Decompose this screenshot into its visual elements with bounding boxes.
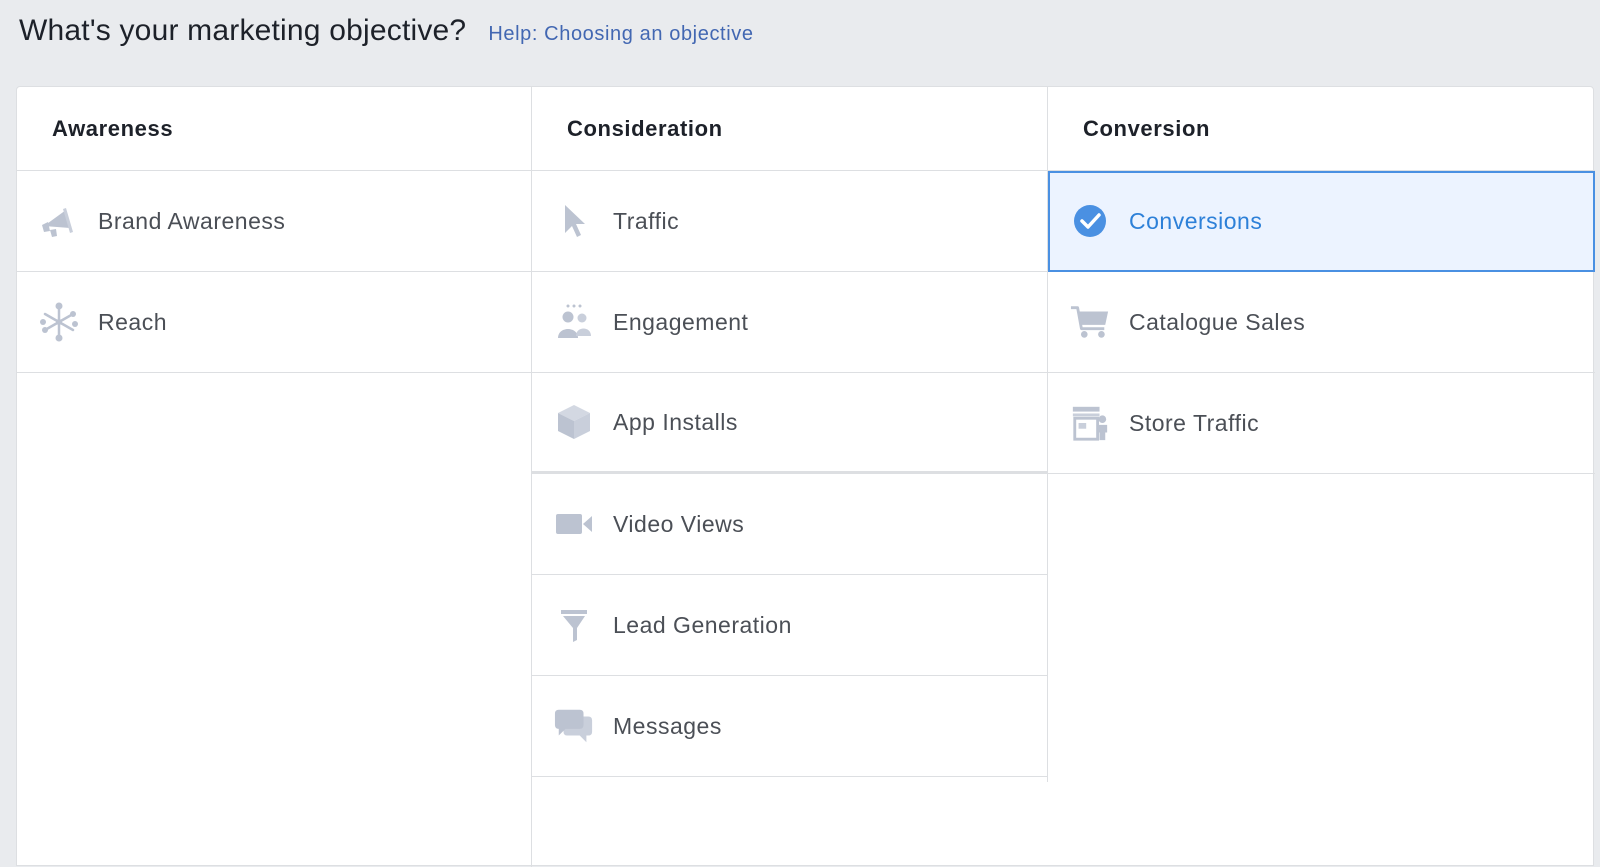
check-circle-icon — [1070, 201, 1110, 241]
column-heading-conversion: Conversion — [1048, 87, 1595, 171]
objective-engagement[interactable]: Engagement — [532, 272, 1048, 373]
objective-conversions[interactable]: Conversions — [1048, 171, 1595, 272]
objective-panel: Awareness Brand Awareness Reach Consider… — [16, 86, 1595, 867]
objective-reach[interactable]: Reach — [17, 272, 532, 373]
page-title: What's your marketing objective? — [19, 14, 467, 47]
objective-video-views[interactable]: Video Views — [532, 474, 1048, 575]
objective-label: Catalogue Sales — [1129, 308, 1306, 335]
page-header: What's your marketing objective? Help: C… — [19, 14, 754, 48]
column-divider — [531, 87, 532, 867]
help-link[interactable]: Help: Choosing an objective — [488, 23, 753, 46]
objective-label: Reach — [98, 308, 167, 335]
objective-store-traffic[interactable]: Store Traffic — [1048, 373, 1595, 474]
megaphone-icon — [39, 201, 79, 241]
objective-brand-awareness[interactable]: Brand Awareness — [17, 171, 532, 272]
shopping-cart-icon — [1070, 302, 1110, 342]
objective-label: Messages — [613, 712, 722, 739]
box-icon — [554, 402, 594, 442]
objective-messages[interactable]: Messages — [532, 676, 1048, 777]
column-consideration: Consideration Traffic Engagement App Ins… — [532, 87, 1048, 865]
objective-lead-generation[interactable]: Lead Generation — [532, 575, 1048, 676]
cursor-icon — [554, 201, 594, 241]
funnel-icon — [554, 605, 594, 645]
video-camera-icon — [554, 504, 594, 544]
objective-label: Brand Awareness — [98, 207, 286, 234]
objective-label: Lead Generation — [613, 611, 792, 638]
objective-label: Engagement — [613, 308, 749, 335]
chat-bubbles-icon — [554, 706, 594, 746]
objective-app-installs[interactable]: App Installs — [532, 373, 1048, 474]
column-divider — [1047, 87, 1048, 782]
objective-label: Store Traffic — [1129, 409, 1260, 436]
people-icon — [554, 302, 594, 342]
reach-icon — [39, 302, 79, 342]
objective-label: Video Views — [613, 510, 745, 537]
column-heading-awareness: Awareness — [17, 87, 532, 171]
objective-label: Traffic — [613, 207, 680, 234]
objective-catalogue-sales[interactable]: Catalogue Sales — [1048, 272, 1595, 373]
store-icon — [1070, 403, 1110, 443]
objective-traffic[interactable]: Traffic — [532, 171, 1048, 272]
objective-label: Conversions — [1129, 207, 1263, 234]
column-heading-consideration: Consideration — [532, 87, 1048, 171]
objective-label: App Installs — [613, 408, 738, 435]
column-awareness: Awareness Brand Awareness Reach — [17, 87, 532, 865]
column-conversion: Conversion Conversions Catalogue Sales S… — [1048, 87, 1595, 865]
